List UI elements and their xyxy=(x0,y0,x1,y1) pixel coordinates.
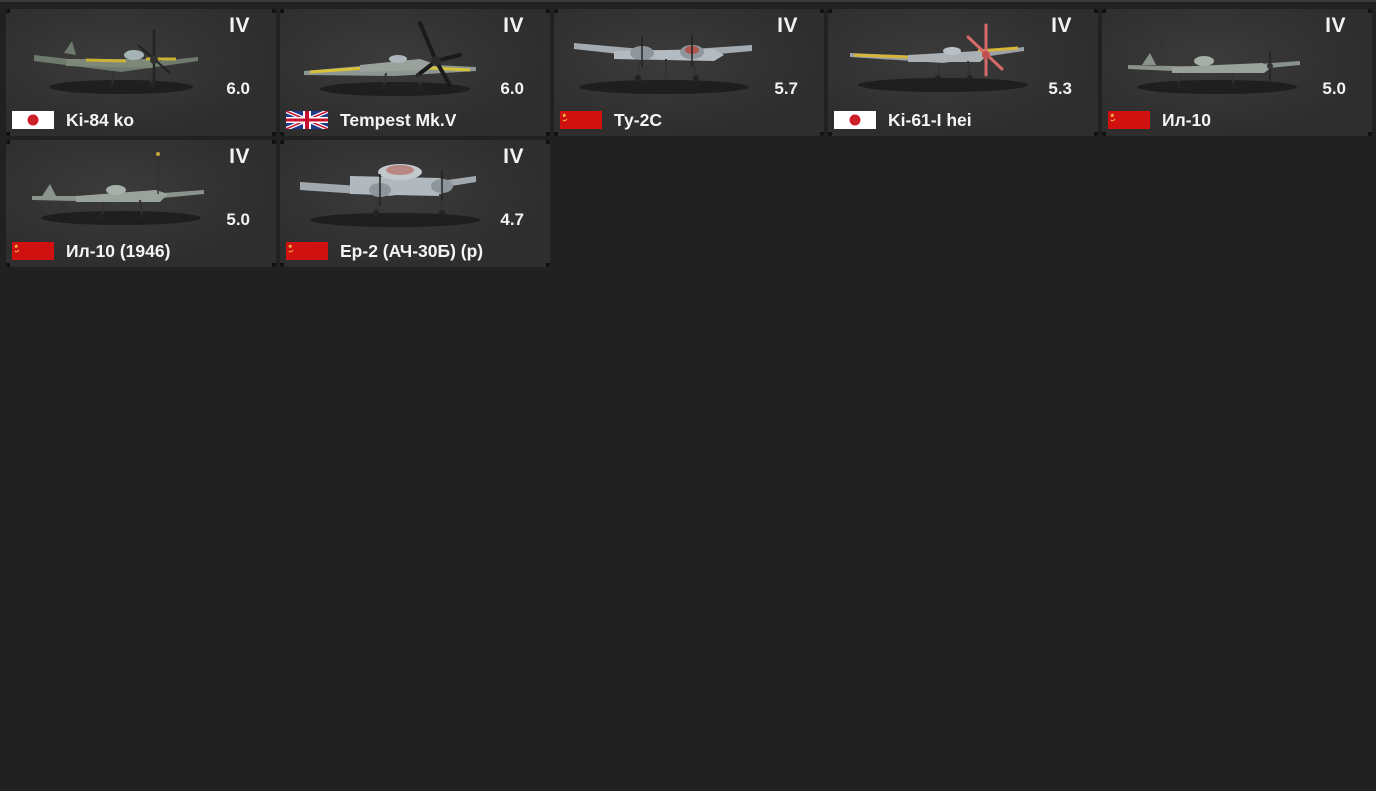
rank-label: IV xyxy=(229,14,250,37)
twin-engine-plane-icon xyxy=(300,164,480,227)
card-corner xyxy=(1368,132,1372,136)
vehicle-card-tu-2s[interactable]: IV 5.7 Ту-2С xyxy=(554,9,824,136)
vehicle-name: Ki-84 ko xyxy=(66,110,135,130)
vehicle-card-er-2[interactable]: IV 4.7 Ер-2 (АЧ-30Б) (р) xyxy=(280,140,550,267)
card-corner xyxy=(546,263,550,267)
card-corner xyxy=(280,9,284,13)
vehicle-name: Ил-10 (1946) xyxy=(66,241,171,261)
card-corner xyxy=(1102,132,1106,136)
card-corner xyxy=(6,263,10,267)
card-corner xyxy=(1368,9,1372,13)
battle-rating: 6.0 xyxy=(500,79,524,98)
top-border xyxy=(0,0,1376,2)
battle-rating: 5.0 xyxy=(1322,79,1346,98)
card-corner xyxy=(280,132,284,136)
vehicle-name: Ту-2С xyxy=(614,110,662,130)
card-corner xyxy=(546,132,550,136)
rank-label: IV xyxy=(503,145,524,168)
card-corner xyxy=(554,132,558,136)
card-corner xyxy=(1094,9,1098,13)
ussr-flag-icon xyxy=(1108,111,1150,129)
battle-rating: 5.3 xyxy=(1048,79,1072,98)
battle-rating: 5.0 xyxy=(226,210,250,229)
card-corner xyxy=(272,132,276,136)
battle-rating: 5.7 xyxy=(774,79,798,98)
card-corner xyxy=(1094,132,1098,136)
vehicle-card-il-10-1946[interactable]: IV 5.0 Ил-10 (1946) xyxy=(6,140,276,267)
battle-rating: 6.0 xyxy=(226,79,250,98)
vehicle-name: Tempest Mk.V xyxy=(340,110,457,130)
ussr-flag-icon xyxy=(560,111,602,129)
card-corner xyxy=(272,9,276,13)
japan-flag-icon xyxy=(834,111,876,129)
single-engine-plane-icon xyxy=(1128,23,1300,94)
single-engine-plane-icon xyxy=(850,23,1028,92)
rank-label: IV xyxy=(777,14,798,37)
card-corner xyxy=(272,140,276,144)
rank-label: IV xyxy=(1325,14,1346,37)
rank-label: IV xyxy=(503,14,524,37)
vehicle-card-ki-61-i-hei[interactable]: IV 5.3 Ki-61-I hei xyxy=(828,9,1098,136)
card-corner xyxy=(820,9,824,13)
twin-engine-plane-icon xyxy=(574,35,752,94)
vehicle-card-il-10[interactable]: IV 5.0 Ил-10 xyxy=(1102,9,1372,136)
card-corner xyxy=(546,140,550,144)
vehicle-name: Ил-10 xyxy=(1162,110,1211,130)
card-corner xyxy=(820,132,824,136)
battle-rating: 4.7 xyxy=(500,210,524,229)
card-corner xyxy=(6,9,10,13)
single-engine-plane-icon xyxy=(304,21,476,96)
vehicle-card-tempest-mk-v[interactable]: IV 6.0 Tempest Mk.V xyxy=(280,9,550,136)
card-corner xyxy=(554,9,558,13)
vehicle-name: Ki-61-I hei xyxy=(888,110,972,130)
rank-label: IV xyxy=(229,145,250,168)
rank-label: IV xyxy=(1051,14,1072,37)
vehicle-grid: IV 6.0 Ki-84 ko IV 6.0 Tempest Mk.V IV 5… xyxy=(6,9,1372,267)
card-corner xyxy=(828,9,832,13)
card-corner xyxy=(6,132,10,136)
card-corner xyxy=(546,9,550,13)
card-corner xyxy=(828,132,832,136)
single-engine-plane-icon xyxy=(34,29,198,94)
card-corner xyxy=(6,140,10,144)
vehicle-card-ki-84-ko[interactable]: IV 6.0 Ki-84 ko xyxy=(6,9,276,136)
ussr-flag-icon xyxy=(286,242,328,260)
vehicle-name: Ер-2 (АЧ-30Б) (р) xyxy=(340,241,484,261)
japan-flag-icon xyxy=(12,111,54,129)
card-corner xyxy=(1102,9,1106,13)
single-engine-plane-icon xyxy=(32,152,204,225)
uk-flag-icon xyxy=(286,111,328,129)
card-corner xyxy=(280,263,284,267)
card-corner xyxy=(280,140,284,144)
card-corner xyxy=(272,263,276,267)
ussr-flag-icon xyxy=(12,242,54,260)
